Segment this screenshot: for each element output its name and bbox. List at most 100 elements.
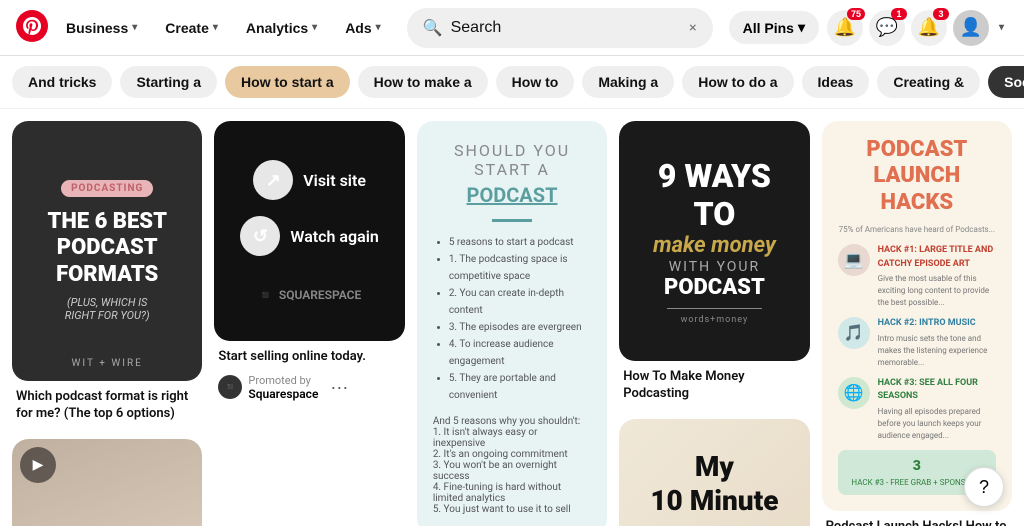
launch-hacks-image: PODCASTLAUNCH HACKS 75% of Americans hav… xyxy=(822,121,1012,511)
visit-site-icon: ↗ xyxy=(253,160,293,200)
watch-again-button[interactable]: ↺ Watch again xyxy=(240,216,378,256)
list-item: 5 reasons to start a podcast xyxy=(449,234,591,251)
avatar-button[interactable]: 👤 xyxy=(953,10,989,46)
account-chevron: ▾ xyxy=(999,22,1004,33)
header: Business ▾ Create ▾ Analytics ▾ Ads ▾ 🔍 … xyxy=(0,0,1024,56)
promoted-by-label: Promoted by xyxy=(248,374,318,387)
pill-social-media[interactable]: Social media marketing xyxy=(988,66,1024,98)
search-input[interactable] xyxy=(451,19,682,37)
notifications-bell-button[interactable]: 🔔 75 xyxy=(827,10,863,46)
watch-again-icon: ↺ xyxy=(240,216,280,256)
pill-how-to[interactable]: How to xyxy=(496,66,575,98)
header-right: 🔔 75 💬 1 🔔 3 👤 ▾ xyxy=(827,10,1008,46)
9ways-gold: make money xyxy=(653,233,776,259)
business-nav[interactable]: Business ▾ xyxy=(56,14,147,42)
podcast-formats-image: PODCASTING THE 6 BESTPODCASTFORMATS (PLU… xyxy=(12,121,202,381)
account-chevron-button[interactable]: ▾ xyxy=(995,18,1008,37)
pin-9ways[interactable]: 9 WAYS TO make money WITH YOUR PODCAST w… xyxy=(619,121,809,407)
list-item: 3. The episodes are evergreen xyxy=(449,319,591,336)
list-item: 4. To increase audience engagement xyxy=(449,336,591,370)
alert-badge: 3 xyxy=(933,8,949,20)
pin-col1-bottom[interactable]: ▶ xyxy=(12,439,202,526)
col-2: ↗ Visit site ↺ Watch again ◾ SQUARESPACE xyxy=(214,121,404,405)
hack-item-1: 💻 HACK #1: LARGE TITLE ANDCATCHY EPISODE… xyxy=(838,244,996,309)
podcast-formats-title: THE 6 BESTPODCASTFORMATS xyxy=(47,209,167,288)
squarespace-promoted: ◾ Promoted by Squarespace ··· xyxy=(214,370,404,405)
create-chevron: ▾ xyxy=(213,22,218,33)
hack-text-2: HACK #2: INTRO MUSIC Intro music sets th… xyxy=(878,317,996,369)
pill-ideas[interactable]: Ideas xyxy=(802,66,870,98)
9ways-brand: words+money xyxy=(681,315,749,325)
pin-should-start[interactable]: SHOULD YOU START A PODCAST 5 reasons to … xyxy=(417,121,607,526)
more-options-button[interactable]: ··· xyxy=(324,375,354,400)
create-nav[interactable]: Create ▾ xyxy=(155,14,228,42)
col-5: PODCASTLAUNCH HACKS 75% of Americans hav… xyxy=(822,121,1012,526)
clear-search-icon[interactable]: × xyxy=(689,20,696,36)
visit-site-label: Visit site xyxy=(303,171,366,190)
should-start-pre-title: SHOULD YOU START A xyxy=(433,141,591,179)
hack-item-2: 🎵 HACK #2: INTRO MUSIC Intro music sets … xyxy=(838,317,996,369)
help-button[interactable]: ? xyxy=(964,467,1004,507)
9ways-number: 9 WAYS TO xyxy=(635,157,793,233)
messages-button[interactable]: 💬 1 xyxy=(869,10,905,46)
squarespace-video-image: ↗ Visit site ↺ Watch again ◾ SQUARESPACE xyxy=(214,121,404,341)
squarespace-logo-text: SQUARESPACE xyxy=(279,288,361,302)
pinterest-logo[interactable] xyxy=(16,10,48,46)
9ways-podcast: PODCAST xyxy=(664,275,765,300)
podcast-formats-subtitle: (PLUS, WHICH ISRIGHT FOR YOU?) xyxy=(65,296,150,322)
my-10min-title: My10 Minute xyxy=(650,450,778,517)
pill-how-to-do[interactable]: How to do a xyxy=(682,66,793,98)
visit-site-button[interactable]: ↗ Visit site xyxy=(253,160,366,200)
launch-hacks-title: PODCASTLAUNCH HACKS xyxy=(838,137,996,216)
hack-icon-2: 🎵 xyxy=(838,317,870,349)
pin-squarespace[interactable]: ↗ Visit site ↺ Watch again ◾ SQUARESPACE xyxy=(214,121,404,405)
col-1: PODCASTING THE 6 BESTPODCASTFORMATS (PLU… xyxy=(12,121,202,526)
pin-podcast-formats[interactable]: PODCASTING THE 6 BESTPODCASTFORMATS (PLU… xyxy=(12,121,202,427)
hack-icon-3: 🌐 xyxy=(838,377,870,409)
podcast-formats-brand: WIT + WIRE xyxy=(72,358,143,369)
squarespace-logo: ◾ SQUARESPACE xyxy=(258,288,361,302)
should-start-list: 5 reasons to start a podcast 1. The podc… xyxy=(433,234,591,404)
pills-row: And tricks Starting a How to start a How… xyxy=(0,56,1024,109)
9ways-with-your: WITH YOUR xyxy=(669,259,760,275)
pill-making-a[interactable]: Making a xyxy=(582,66,674,98)
list-item: 2. You can create in-depth content xyxy=(449,285,591,319)
pill-starting-a[interactable]: Starting a xyxy=(120,66,217,98)
search-icon: 🔍 xyxy=(423,18,443,37)
search-bar: 🔍 × xyxy=(407,8,713,48)
launch-hacks-content: 75% of Americans have heard of Podcasts.… xyxy=(838,224,996,495)
podcasting-badge: PODCASTING xyxy=(61,180,153,197)
list-item: 1. The podcasting space is competitive s… xyxy=(449,251,591,285)
watch-again-label: Watch again xyxy=(290,227,378,246)
squarespace-promoted-logo: ◾ xyxy=(218,375,242,399)
ads-chevron: ▾ xyxy=(376,22,381,33)
pill-how-to-make[interactable]: How to make a xyxy=(358,66,488,98)
launch-hacks-caption: Podcast Launch Hacks! How to start a pod… xyxy=(822,511,1012,526)
analytics-nav[interactable]: Analytics ▾ xyxy=(236,14,327,42)
my-10min-image: My10 Minute xyxy=(619,419,809,526)
all-pins-button[interactable]: All Pins ▾ xyxy=(729,11,819,44)
podcast-formats-caption: Which podcast format is right for me? (T… xyxy=(12,381,202,427)
col-3: SHOULD YOU START A PODCAST 5 reasons to … xyxy=(417,121,607,526)
should-start-note: And 5 reasons why you shouldn't:1. It is… xyxy=(433,416,591,515)
pill-how-to-start[interactable]: How to start a xyxy=(225,66,350,98)
should-start-divider xyxy=(492,219,532,222)
ads-nav[interactable]: Ads ▾ xyxy=(335,14,390,42)
pin-launch-hacks[interactable]: PODCASTLAUNCH HACKS 75% of Americans hav… xyxy=(822,121,1012,526)
hack-text-1: HACK #1: LARGE TITLE ANDCATCHY EPISODE A… xyxy=(878,244,996,309)
alerts-button[interactable]: 🔔 3 xyxy=(911,10,947,46)
list-item: 5. They are portable and convenient xyxy=(449,370,591,404)
pin-my-10min[interactable]: My10 Minute xyxy=(619,419,809,526)
9ways-image: 9 WAYS TO make money WITH YOUR PODCAST w… xyxy=(619,121,809,361)
squarespace-caption: Start selling online today. xyxy=(214,341,404,370)
main-content: PODCASTING THE 6 BESTPODCASTFORMATS (PLU… xyxy=(0,109,1024,526)
business-chevron: ▾ xyxy=(132,22,137,33)
hack-item-3: 🌐 HACK #3: SEE ALL FOUR SEASONS Having a… xyxy=(838,377,996,442)
squarespace-logo-icon: ◾ xyxy=(258,288,273,302)
should-start-title: PODCAST xyxy=(467,183,558,207)
analytics-chevron: ▾ xyxy=(312,22,317,33)
promoter-name: Squarespace xyxy=(248,387,318,401)
pill-creating-a[interactable]: Creating & xyxy=(877,66,980,98)
pill-and-tricks[interactable]: And tricks xyxy=(12,66,112,98)
hack-text-3: HACK #3: SEE ALL FOUR SEASONS Having all… xyxy=(878,377,996,442)
